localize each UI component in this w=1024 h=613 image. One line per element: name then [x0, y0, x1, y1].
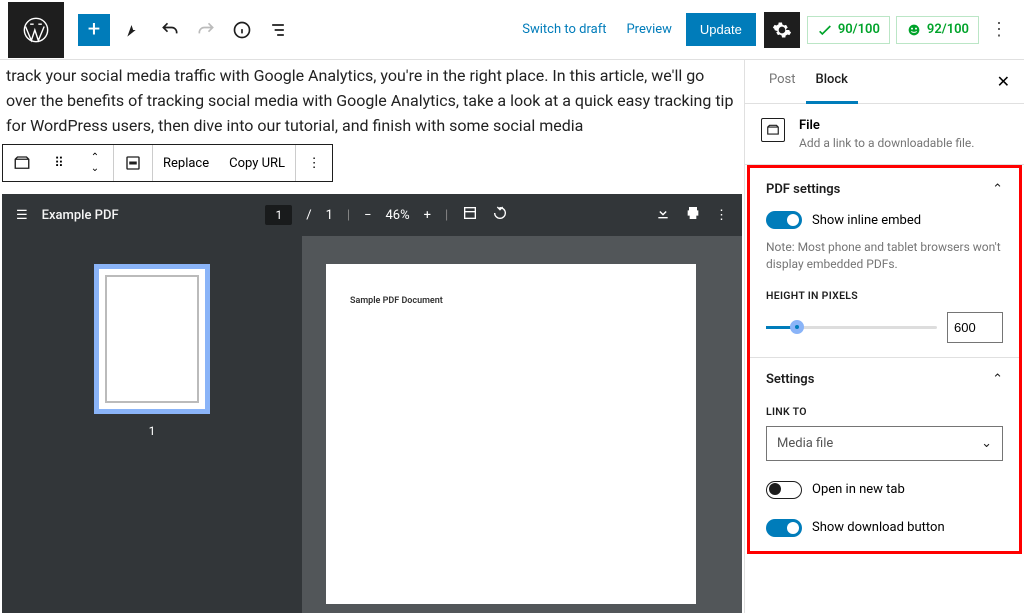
- pdf-thumbnail-panel: 1: [2, 236, 302, 613]
- height-input[interactable]: [947, 312, 1003, 343]
- move-arrows-icon[interactable]: ⌃⌄: [77, 145, 113, 181]
- download-icon[interactable]: [655, 205, 671, 225]
- seo-score-badge[interactable]: 90/100: [807, 16, 890, 44]
- fit-page-icon[interactable]: [462, 205, 478, 225]
- preview-link[interactable]: Preview: [616, 22, 681, 37]
- chevron-down-icon: ⌄: [981, 436, 992, 451]
- inline-embed-note: Note: Most phone and tablet browsers won…: [766, 239, 1003, 273]
- select-tool-icon[interactable]: [116, 12, 152, 48]
- pdf-settings-header[interactable]: PDF settings ⌃: [766, 182, 1003, 197]
- block-toolbar: ⠿ ⌃⌄ Replace Copy URL ⋮: [2, 144, 333, 182]
- align-icon[interactable]: [114, 145, 152, 181]
- show-inline-label: Show inline embed: [812, 213, 921, 228]
- chevron-up-icon: ⌃: [992, 372, 1003, 387]
- pdf-more-icon[interactable]: ⋮: [715, 208, 728, 223]
- undo-icon[interactable]: [152, 12, 188, 48]
- copy-url-button[interactable]: Copy URL: [219, 145, 295, 181]
- pdf-page-indicator[interactable]: 1: [265, 205, 292, 225]
- pdf-toolbar: ☰ Example PDF 1 / 1 | − 46% + | ⋮: [2, 194, 742, 236]
- wordpress-logo[interactable]: [8, 2, 64, 58]
- editor-canvas[interactable]: track your social media traffic with Goo…: [0, 60, 744, 613]
- height-slider[interactable]: [766, 326, 937, 329]
- print-icon[interactable]: [685, 205, 701, 225]
- settings-sidebar: Post Block ✕ File Add a link to a downlo…: [744, 60, 1024, 613]
- info-icon[interactable]: [224, 12, 260, 48]
- link-to-select[interactable]: Media file ⌄: [766, 426, 1003, 461]
- pdf-page: Sample PDF Document: [326, 264, 696, 604]
- show-download-label: Show download button: [812, 520, 945, 535]
- block-more-icon[interactable]: ⋮: [296, 145, 332, 181]
- zoom-out-icon[interactable]: −: [364, 208, 371, 223]
- tab-post[interactable]: Post: [759, 60, 806, 103]
- settings-header[interactable]: Settings ⌃: [766, 372, 1003, 387]
- settings-title: Settings: [766, 372, 814, 387]
- show-inline-toggle[interactable]: [766, 211, 802, 229]
- pdf-title: Example PDF: [42, 208, 119, 223]
- height-label: HEIGHT IN PIXELS: [766, 289, 1003, 302]
- block-title: File: [799, 118, 974, 133]
- file-type-icon[interactable]: [3, 145, 41, 181]
- sidebar-tabs: Post Block ✕: [745, 60, 1024, 104]
- open-new-tab-label: Open in new tab: [812, 482, 905, 497]
- link-to-value: Media file: [777, 436, 833, 451]
- close-sidebar-icon[interactable]: ✕: [997, 72, 1010, 91]
- pdf-thumb-number: 1: [149, 424, 156, 438]
- editor-topbar: + Switch to draft Preview Update 90/100 …: [0, 0, 1024, 60]
- zoom-in-icon[interactable]: +: [424, 208, 431, 223]
- settings-section: Settings ⌃ LINK TO Media file ⌄ Open in …: [750, 358, 1019, 551]
- tab-block[interactable]: Block: [806, 60, 858, 104]
- readability-score-badge[interactable]: 92/100: [896, 16, 979, 44]
- more-options-icon[interactable]: ⋮: [982, 19, 1016, 40]
- rotate-icon[interactable]: [492, 205, 508, 225]
- drag-handle-icon[interactable]: ⠿: [41, 145, 77, 181]
- paragraph-block[interactable]: track your social media traffic with Goo…: [2, 64, 742, 138]
- replace-button[interactable]: Replace: [153, 145, 219, 181]
- pdf-settings-title: PDF settings: [766, 182, 840, 197]
- block-description: Add a link to a downloadable file.: [799, 136, 974, 150]
- divider: |: [347, 208, 350, 223]
- pdf-zoom-level: 46%: [386, 208, 410, 223]
- chevron-up-icon: ⌃: [992, 182, 1003, 197]
- link-to-label: LINK TO: [766, 405, 1003, 418]
- pdf-total-pages: 1: [326, 208, 333, 223]
- highlighted-panel: PDF settings ⌃ Show inline embed Note: M…: [747, 165, 1022, 554]
- pdf-embed: ☰ Example PDF 1 / 1 | − 46% + | ⋮: [2, 194, 742, 613]
- file-block-icon: [761, 118, 785, 142]
- switch-draft-link[interactable]: Switch to draft: [512, 22, 616, 37]
- pdf-thumbnail[interactable]: [94, 264, 210, 414]
- settings-gear-icon[interactable]: [764, 12, 800, 48]
- redo-icon: [188, 12, 224, 48]
- pdf-page-sep: /: [306, 208, 311, 223]
- show-download-toggle[interactable]: [766, 519, 802, 537]
- seo-score-value: 90/100: [838, 22, 880, 37]
- pdf-page-text: Sample PDF Document: [350, 296, 443, 306]
- block-type-card: File Add a link to a downloadable file.: [745, 104, 1024, 165]
- pdf-current-page: 1: [275, 208, 282, 222]
- add-block-button[interactable]: +: [78, 14, 110, 46]
- pdf-page-view[interactable]: Sample PDF Document: [302, 236, 742, 613]
- readability-score-value: 92/100: [927, 22, 969, 37]
- outline-icon[interactable]: [260, 12, 296, 48]
- divider: |: [445, 208, 448, 223]
- pdf-menu-icon[interactable]: ☰: [16, 208, 28, 223]
- update-button[interactable]: Update: [686, 13, 756, 46]
- open-new-tab-toggle[interactable]: [766, 481, 802, 499]
- pdf-settings-section: PDF settings ⌃ Show inline embed Note: M…: [750, 168, 1019, 358]
